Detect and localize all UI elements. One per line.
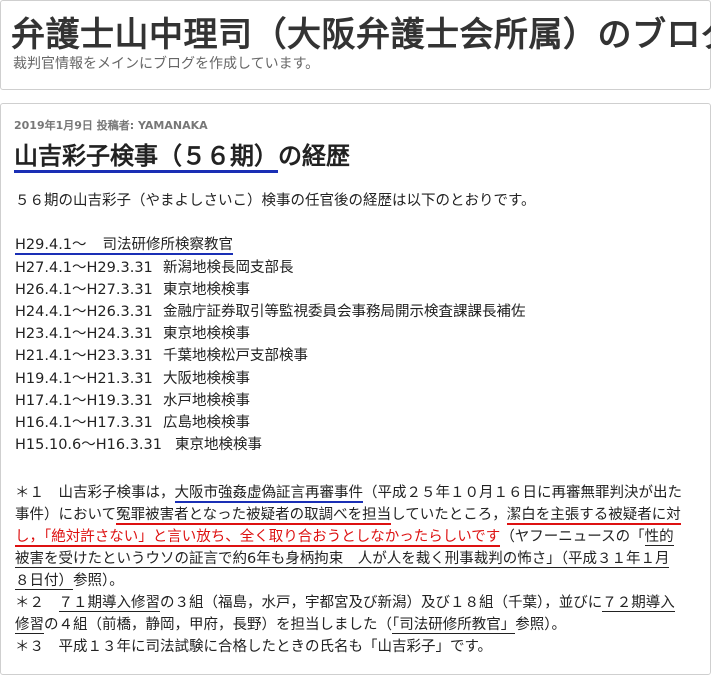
- instructor-link[interactable]: 「司法研修所教官」: [392, 617, 516, 634]
- career-row: H17.4.1～H19.3.31 水戸地検検事: [15, 390, 699, 412]
- blog-post: 2019年1月9日 投稿者: YAMANAKA 山吉彩子検事（５６期）の経歴 ５…: [0, 103, 711, 675]
- career-period: H15.10.6～H16.3.31: [15, 437, 162, 454]
- post-body: ５６期の山吉彩子（やまよしさいこ）検事の任官後の経歴は以下のとおりです。 H29…: [15, 190, 699, 456]
- note-1-line-3: し，「絶対許さない」と言い放ち、全く取り合おうとしなかったらしいです（ヤフーニュ…: [15, 529, 674, 547]
- intro-text: ５６期の山吉彩子（やまよしさいこ）検事の任官後の経歴は以下のとおりです。: [15, 193, 536, 209]
- career-row: H29.4.1～ 司法研修所検察教官: [15, 234, 699, 256]
- career-period: H26.4.1～H27.3.31: [15, 281, 153, 298]
- note-1-line-4: 被害を受けたというウソの証言で約6年も身柄拘束 人が人を裁く刑事裁判の怖さ」（平…: [15, 548, 701, 570]
- career-post: 東京地検検事: [163, 326, 250, 343]
- career-post: 金融庁証券取引等監視委員会事務局開示検査課課長補佐: [163, 304, 526, 320]
- note-1-line-5: ８日付）参照）。: [15, 573, 124, 590]
- training-71-link[interactable]: ７１期導入修習: [58, 595, 160, 612]
- career-post: 東京地検検事: [163, 281, 250, 298]
- career-period: H19.4.1～H21.3.31: [15, 370, 153, 387]
- highlight-red-2: 潔白を主張する被疑者に対: [506, 507, 681, 525]
- highlight-red-1: 冤罪被害者となった被疑者の取調べを担当: [116, 507, 392, 525]
- highlight-red-quote: し，「絶対許さない」と言い放ち、全く取り合おうとしなかったらしいです: [15, 529, 501, 547]
- career-row: H23.4.1～H24.3.31 東京地検検事: [15, 323, 699, 345]
- news-link[interactable]: 性的: [644, 529, 674, 546]
- blog-description: 裁判官情報をメインにブログを作成しています。: [13, 56, 320, 72]
- note-2-line-1: ＊２ ７１期導入修習の３組（福島，水戸，宇都宮及び新潟）及び１８組（千葉），並び…: [15, 595, 675, 612]
- news-link-cont[interactable]: 被害を受けたというウソの証言で約6年も身柄拘束 人が人を裁く刑事裁判の怖さ」（平…: [15, 551, 670, 568]
- note-1-line-1: ＊１ 山吉彩子検事は，大阪市強姦虚偽証言再審事件（平成２５年１０月１６日に再審無…: [15, 485, 682, 503]
- post-meta: 2019年1月9日 投稿者: YAMANAKA: [14, 119, 208, 132]
- career-row: H15.10.6～H16.3.31 東京地検検事: [15, 434, 699, 456]
- post-title-highlight: 山吉彩子検事（５６期）: [14, 142, 278, 173]
- blog-title[interactable]: 弁護士山中理司（大阪弁護士会所属）のブログ: [11, 7, 711, 56]
- career-row: H24.4.1～H26.3.31 金融庁証券取引等監視委員会事務局開示検査課課長補…: [15, 301, 699, 323]
- career-post: 千葉地検松戸支部検事: [163, 348, 308, 365]
- post-title-rest: の経歴: [278, 142, 350, 170]
- note-1-line-2: 事件）において冤罪被害者となった被疑者の取調べを担当していたところ，潔白を主張す…: [15, 507, 681, 525]
- post-notes: ＊１ 山吉彩子検事は，大阪市強姦虚偽証言再審事件（平成２５年１０月１６日に再審無…: [15, 482, 701, 658]
- career-period: H24.4.1～H26.3.31: [15, 304, 153, 320]
- career-row: H21.4.1～H23.3.31 千葉地検松戸支部検事: [15, 345, 699, 367]
- career-period: H29.4.1～: [15, 237, 87, 254]
- news-link-date[interactable]: ８日付）: [15, 573, 73, 590]
- career-period: H23.4.1～H24.3.31: [15, 326, 153, 343]
- career-post: 新潟地検長岡支部長: [163, 259, 294, 276]
- career-period: H16.4.1～H17.3.31: [15, 415, 153, 432]
- note-3: ＊３ 平成１３年に司法試験に合格したときの氏名も「山吉彩子」です。: [15, 639, 493, 655]
- career-row: H27.4.1～H29.3.31 新潟地検長岡支部長: [15, 257, 699, 279]
- career-post: 司法研修所検察教官: [102, 237, 234, 254]
- career-post: 広島地検検事: [163, 415, 250, 432]
- career-post: 水戸地検検事: [163, 392, 250, 409]
- career-period: H21.4.1～H23.3.31: [15, 348, 153, 365]
- training-72-link[interactable]: ７２期導入: [602, 595, 675, 612]
- blog-header: 弁護士山中理司（大阪弁護士会所属）のブログ 裁判官情報をメインにブログを作成して…: [0, 0, 711, 90]
- career-post: 東京地検検事: [175, 437, 262, 454]
- career-period: H27.4.1～H29.3.31: [15, 259, 153, 276]
- note-2-line-2: 修習の４組（前橋，静岡，甲府，長野）を担当しました（「司法研修所教官」参照）。: [15, 617, 566, 634]
- case-link[interactable]: 大阪市強姦虚偽証言再審事件: [174, 485, 363, 503]
- post-title[interactable]: 山吉彩子検事（５６期）の経歴: [14, 136, 350, 173]
- career-period: H17.4.1～H19.3.31: [15, 392, 153, 409]
- career-post: 大阪地検検事: [163, 370, 250, 387]
- training-72-link-cont[interactable]: 修習: [15, 617, 44, 634]
- career-row: H16.4.1～H17.3.31 広島地検検事: [15, 412, 699, 434]
- career-row: H26.4.1～H27.3.31 東京地検検事: [15, 279, 699, 301]
- career-row: H19.4.1～H21.3.31 大阪地検検事: [15, 368, 699, 390]
